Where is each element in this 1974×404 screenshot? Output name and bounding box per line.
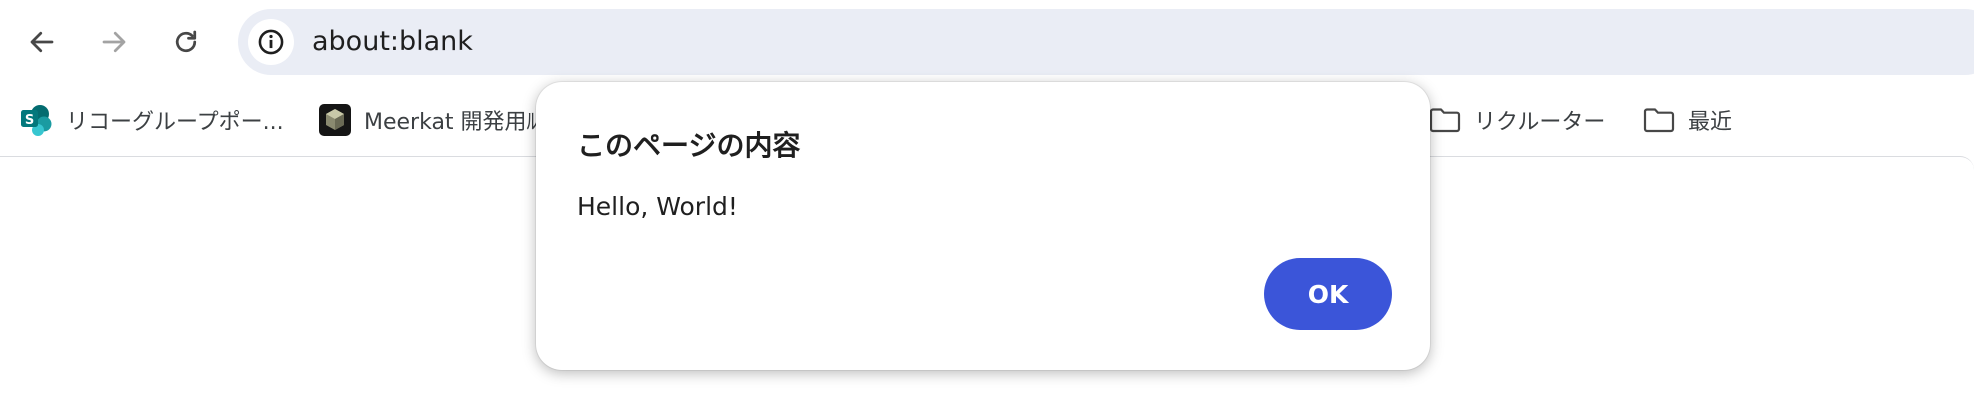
bookmark-item[interactable]: Meerkat 開発用ﾙ bbox=[318, 98, 538, 142]
info-icon bbox=[258, 29, 284, 55]
bookmark-folder[interactable]: リクルーター bbox=[1428, 98, 1605, 142]
sharepoint-icon: S bbox=[21, 105, 52, 136]
folder-icon bbox=[1643, 108, 1675, 133]
arrow-left-icon bbox=[30, 31, 54, 53]
svg-text:S: S bbox=[25, 113, 34, 128]
bookmark-item[interactable]: S リコーグループポー... bbox=[20, 98, 284, 142]
ok-button[interactable]: OK bbox=[1264, 258, 1392, 330]
bookmark-folder[interactable]: 最近 bbox=[1642, 98, 1732, 142]
dialog-message: Hello, World! bbox=[577, 192, 738, 221]
url-text[interactable]: about:blank bbox=[312, 9, 473, 75]
folder-icon bbox=[1429, 108, 1461, 133]
bookmark-label: Meerkat 開発用ﾙ bbox=[364, 110, 538, 135]
bookmark-label: リクルーター bbox=[1474, 110, 1606, 135]
browser-window: about:blank S リコーグループポー... Meerkat 開発用ﾙ bbox=[0, 0, 1974, 404]
meerkat-cube-icon bbox=[319, 104, 351, 136]
forward-button[interactable] bbox=[92, 20, 136, 64]
bookmark-label: リコーグループポー... bbox=[66, 110, 284, 135]
address-bar[interactable]: about:blank bbox=[238, 9, 1974, 75]
bookmark-label: 最近 bbox=[1688, 110, 1733, 135]
reload-button[interactable] bbox=[164, 20, 208, 64]
alert-dialog: このページの内容 Hello, World! OK bbox=[536, 82, 1430, 370]
back-button[interactable] bbox=[20, 20, 64, 64]
browser-toolbar: about:blank bbox=[0, 0, 1974, 84]
site-info-button[interactable] bbox=[248, 19, 294, 65]
reload-icon bbox=[175, 30, 197, 53]
dialog-title: このページの内容 bbox=[577, 129, 801, 162]
arrow-right-icon bbox=[102, 31, 126, 53]
